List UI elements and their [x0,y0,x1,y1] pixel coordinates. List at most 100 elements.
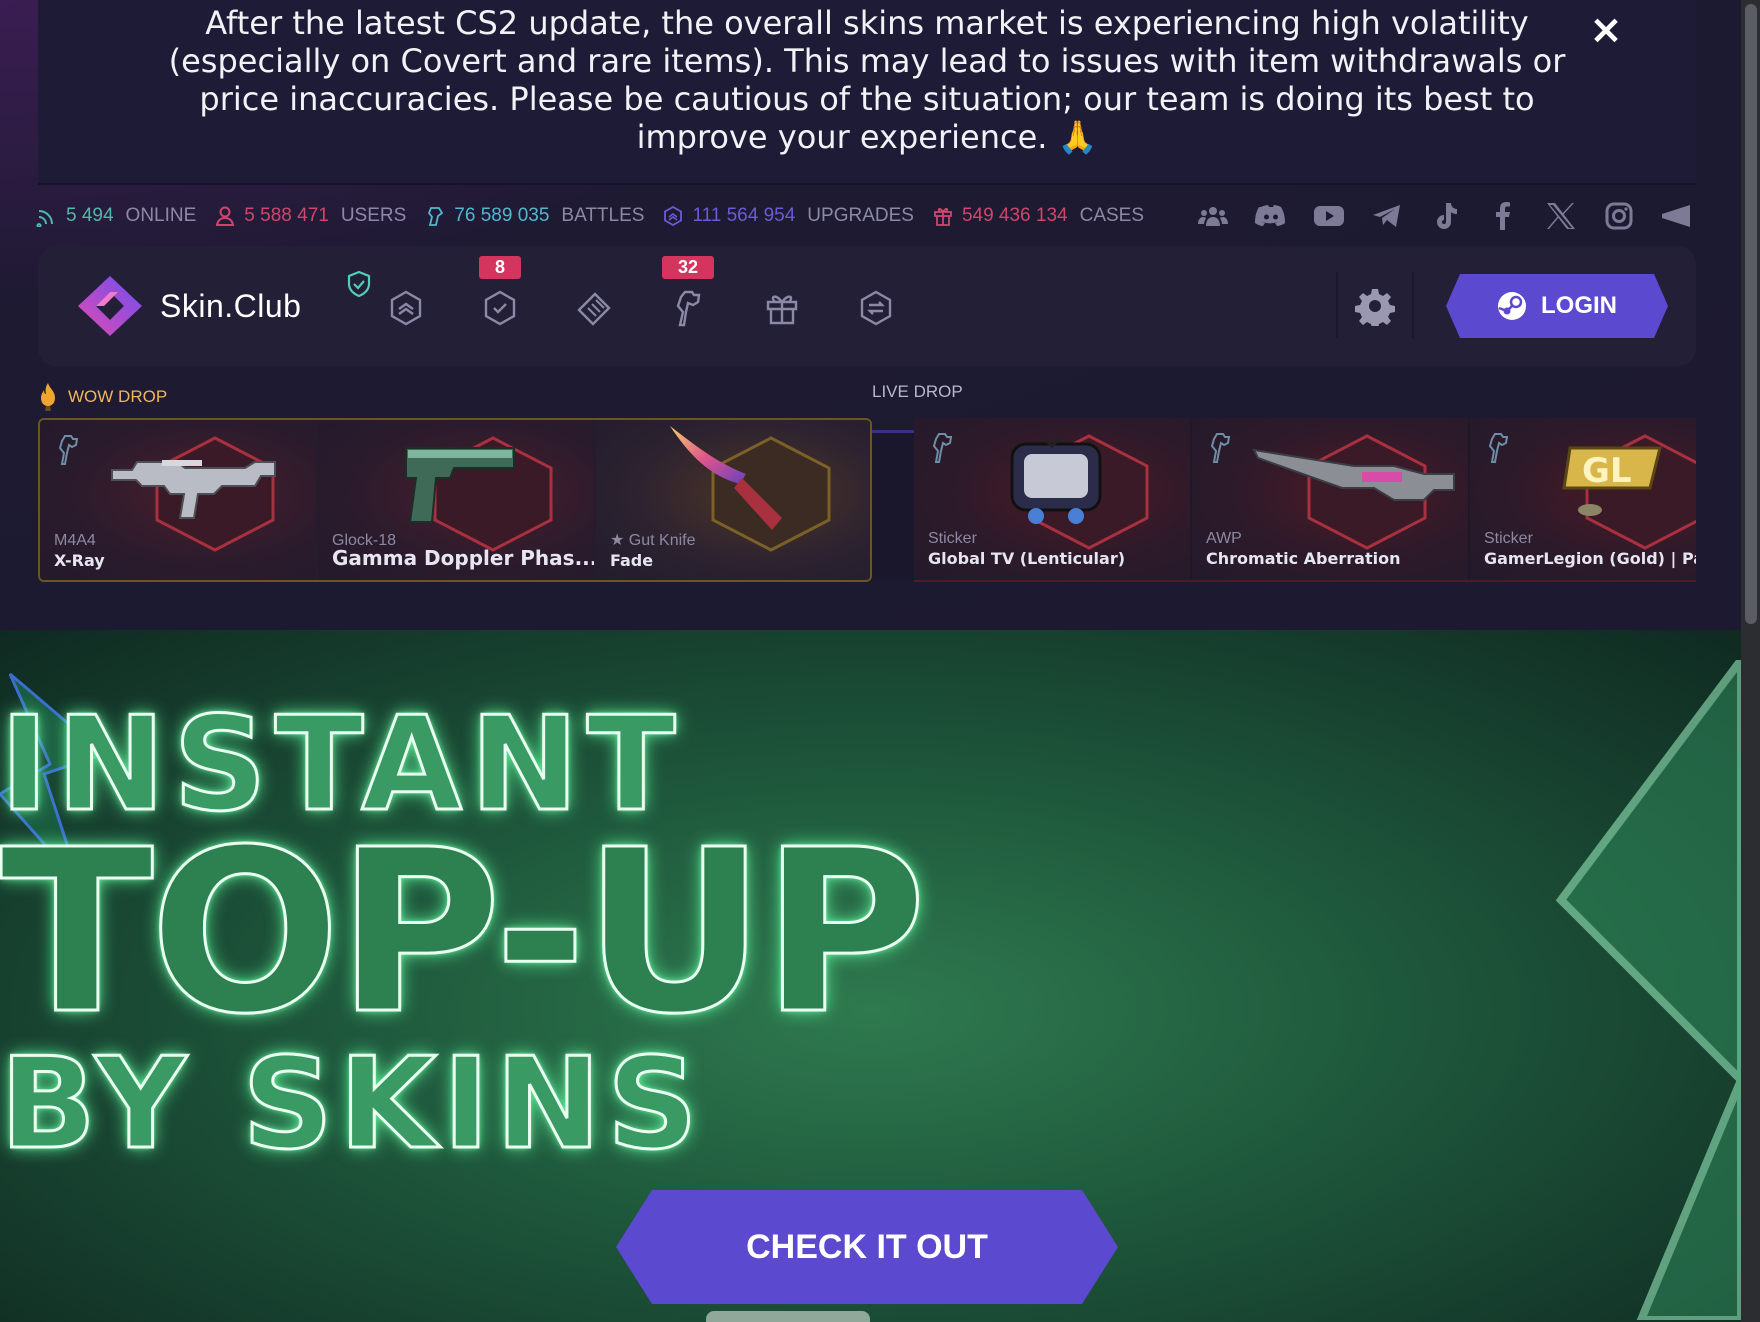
logo-text: Skin.Club [160,287,302,324]
stat-value: 5 494 [66,205,114,226]
battle-source-icon [1210,433,1231,463]
stat-label: USERS [340,205,407,226]
gift-box-icon [766,295,798,325]
scrollbar[interactable] [1741,0,1760,1322]
tiktok-icon[interactable] [1426,200,1464,232]
item-type: Sticker [1484,530,1533,547]
x-icon[interactable] [1542,200,1580,232]
stat-users: 5 588 471 USERS [214,205,406,227]
nav-badge: 32 [661,256,715,279]
stat-label: BATTLES [561,205,645,226]
cta-label: CHECK IT OUT [746,1227,988,1266]
check-it-out-button[interactable]: CHECK IT OUT [616,1190,1118,1304]
site-logo[interactable]: Skin.Club [76,270,371,338]
user-icon [216,206,235,226]
nav-badge: 8 [478,256,522,279]
live-drop-text: LIVE DROP [872,382,963,401]
banner-line-2: TOP-UP [0,801,928,1066]
stat-label: CASES [1079,205,1145,226]
drop-item[interactable]: M4A4 X-Ray [40,420,318,580]
fist-icon [428,207,444,226]
live-drop-list: Sticker Global TV (Lenticular) AWP Chrom… [914,418,1696,582]
item-name: Chromatic Aberration [1206,549,1401,568]
social-links [1194,200,1696,232]
drop-item[interactable]: GL Sticker GamerLegion (Gold) | Pari [1470,418,1696,580]
banner-tab [706,1311,870,1322]
tickets-icon [577,292,611,326]
item-name: Fade [610,551,654,570]
main-header: Skin.Club 8 32 LOGIN [38,246,1696,366]
megaphone-icon[interactable] [1658,200,1696,232]
wow-drop-label: WOW DROP [38,382,167,412]
wow-drop-text: WOW DROP [68,387,168,406]
signal-icon [36,210,53,227]
battle-source-icon [1488,433,1509,463]
login-button[interactable]: LOGIN [1446,274,1668,338]
stat-value: 76 589 035 [454,205,550,226]
logo-icon [78,276,142,336]
exchange-icon [860,290,892,326]
item-type: AWP [1206,530,1242,547]
instagram-icon[interactable] [1600,200,1638,232]
upgrade-nav-icon [390,290,422,326]
stats-bar: 5 494 ONLINE 5 588 471 USERS 76 589 035 … [36,198,1696,234]
live-drop-indicator [872,430,914,580]
stat-label: UPGRADES [807,205,914,226]
stat-value: 111 564 954 [692,205,796,226]
main-nav: 8 32 [384,256,898,330]
stat-battles: 76 589 035 BATTLES [424,205,644,227]
stat-value: 5 588 471 [244,205,329,226]
battle-source-icon [58,435,79,465]
scrollbar-thumb[interactable] [1745,4,1757,624]
banner-line-3: BY SKINS [0,1029,704,1179]
stat-value: 549 436 134 [961,205,1068,226]
knife-image [670,426,782,530]
drop-item[interactable]: Sticker Global TV (Lenticular) [914,418,1192,580]
login-label: LOGIN [1541,292,1617,319]
sticker-image: GL [1562,446,1662,516]
item-type: M4A4 [54,532,96,549]
community-icon[interactable] [1194,200,1232,232]
nav-exchange[interactable] [854,286,898,330]
box-icon [934,208,952,226]
stat-online: 5 494 ONLINE [36,205,196,227]
settings-button[interactable] [1355,286,1395,329]
promo-banner[interactable]: INSTANT TOP-UP BY SKINS CHECK IT OUT [0,630,1741,1322]
item-name: Gamma Doppler Phas... [332,546,596,570]
nav-battles[interactable]: 32 [661,256,715,330]
verified-icon [347,270,371,298]
sticker-image [1010,434,1102,524]
battles-fist-icon [676,290,701,327]
svg-text:GL: GL [1582,451,1632,491]
drop-item[interactable]: ★ Gut Knife Fade [596,420,870,580]
drop-item[interactable]: Glock-18 Gamma Doppler Phas... [318,420,596,580]
drop-item[interactable]: AWP Chromatic Aberration [1192,418,1470,580]
check-shield-icon [484,290,516,326]
weapon-image [1252,448,1455,501]
weapon-image [405,447,515,523]
item-name: X-Ray [54,551,105,570]
nav-contracts[interactable]: 8 [478,256,522,330]
nav-free-cases[interactable] [760,286,804,330]
item-type: Sticker [928,530,977,547]
steam-icon [1498,292,1526,320]
facebook-icon[interactable] [1484,200,1522,232]
youtube-icon[interactable] [1310,200,1348,232]
notice-text: After the latest CS2 update, the overall… [168,4,1566,156]
gear-icon [1355,289,1395,329]
wow-drop-list: M4A4 X-Ray Glock-18 Gamma Doppler Phas..… [38,418,872,582]
upgrade-icon [664,205,683,227]
nav-upgrade[interactable] [384,286,428,330]
item-type: ★ Gut Knife [610,532,696,549]
item-name: Global TV (Lenticular) [928,549,1126,568]
close-icon[interactable]: × [1588,10,1624,50]
item-name: GamerLegion (Gold) | Pari [1484,549,1696,568]
telegram-icon[interactable] [1368,200,1406,232]
notice-banner: After the latest CS2 update, the overall… [38,0,1696,185]
nav-giveaways[interactable] [572,286,616,330]
battle-source-icon [932,433,953,463]
fire-icon [41,383,55,411]
live-drop-label: LIVE DROP [872,382,963,402]
stat-cases: 549 436 134 CASES [932,205,1144,227]
discord-icon[interactable] [1252,200,1290,232]
